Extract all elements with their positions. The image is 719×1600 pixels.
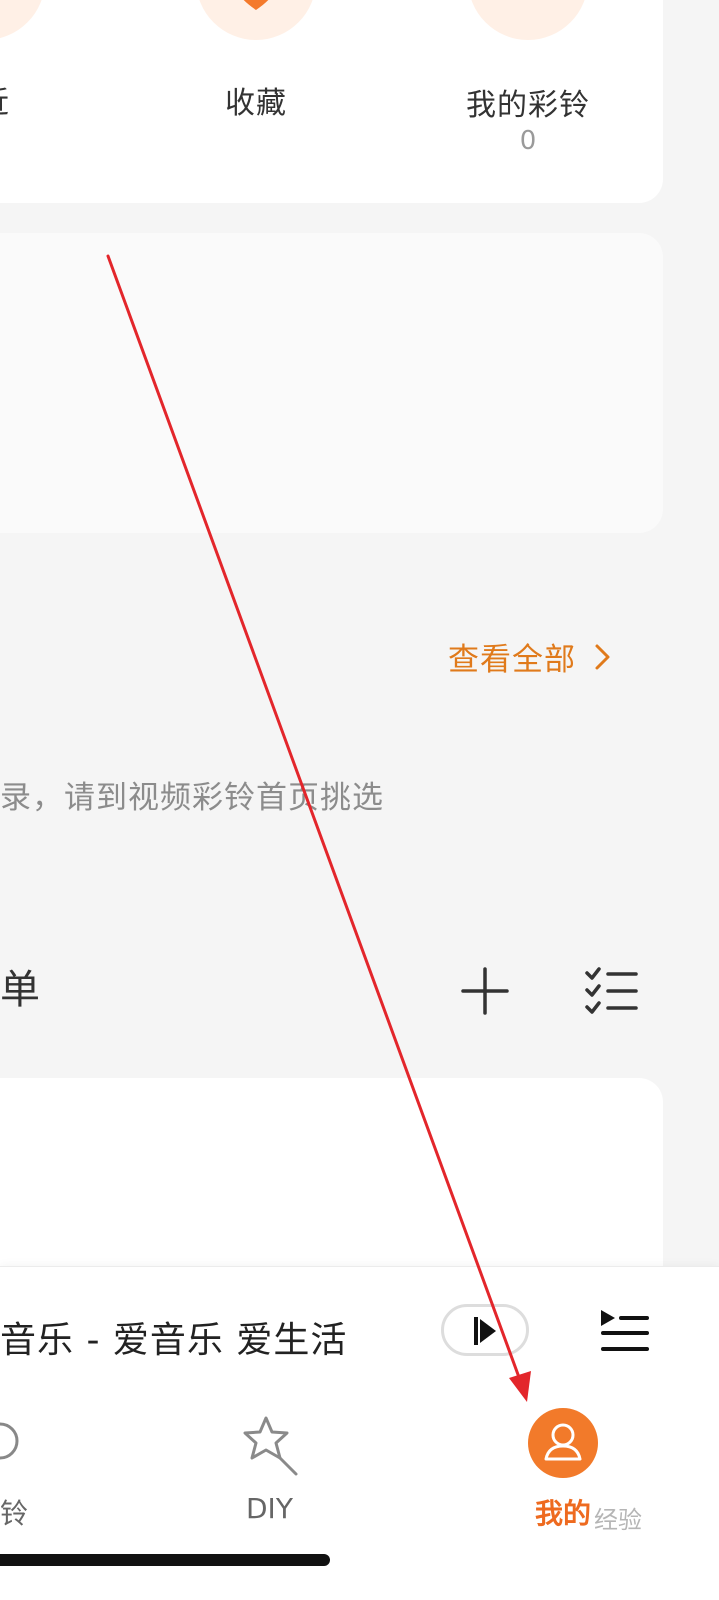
nav-label-mine: 我的 [535,1497,592,1530]
quick-label-recent: 近 [0,78,10,122]
my-ringtones-button[interactable] [468,0,588,40]
favorites-button[interactable] [196,0,316,40]
recent-button[interactable] [0,0,45,40]
nav-label-ringtone: 铃 [0,1497,29,1530]
now-playing-title: 音乐 - 爱音乐 爱生活 [0,1320,348,1361]
plus-icon[interactable] [460,966,510,1016]
play-button[interactable] [441,1304,529,1356]
quick-label-my-ringtones: 我的彩铃 [466,88,590,123]
nav-label-diy: DIY [246,1492,293,1525]
bell-icon [493,0,563,4]
view-all-label: 查看全部 [448,642,576,678]
user-avatar-icon [544,1423,582,1461]
my-ringtones-count: 0 [519,126,537,156]
quick-access-card: 近 收藏 我的彩铃 0 [0,0,663,203]
my-page: 近 收藏 我的彩铃 0 查看全部 录，请到视频彩铃首页挑选 单 [0,0,719,1600]
chevron-right-icon [595,644,610,669]
mini-player[interactable]: 音乐 - 爱音乐 爱生活 [0,1266,719,1396]
playlist-section-title: 单 [0,967,40,1013]
home-indicator [0,1554,330,1566]
star-wand-icon [243,1416,298,1476]
quick-label-favorites: 收藏 [225,86,287,121]
view-all-link[interactable]: 查看全部 [448,634,612,679]
empty-content-card [0,233,663,533]
checklist-icon[interactable] [584,966,640,1016]
bottom-nav: 铃 DIY 我的 [0,1396,719,1600]
ring-icon [0,1422,19,1460]
play-icon [474,1317,496,1345]
nav-item-ringtone[interactable]: 铃 [0,1396,60,1546]
video-ringtone-empty-hint: 录，请到视频彩铃首页挑选 [0,780,384,816]
nav-item-mine[interactable] [528,1408,598,1478]
nav-item-diy[interactable]: DIY [220,1396,320,1546]
heart-icon [243,0,269,10]
watermark-text: 经验 [594,1506,642,1534]
playlist-queue-icon[interactable] [599,1307,651,1355]
